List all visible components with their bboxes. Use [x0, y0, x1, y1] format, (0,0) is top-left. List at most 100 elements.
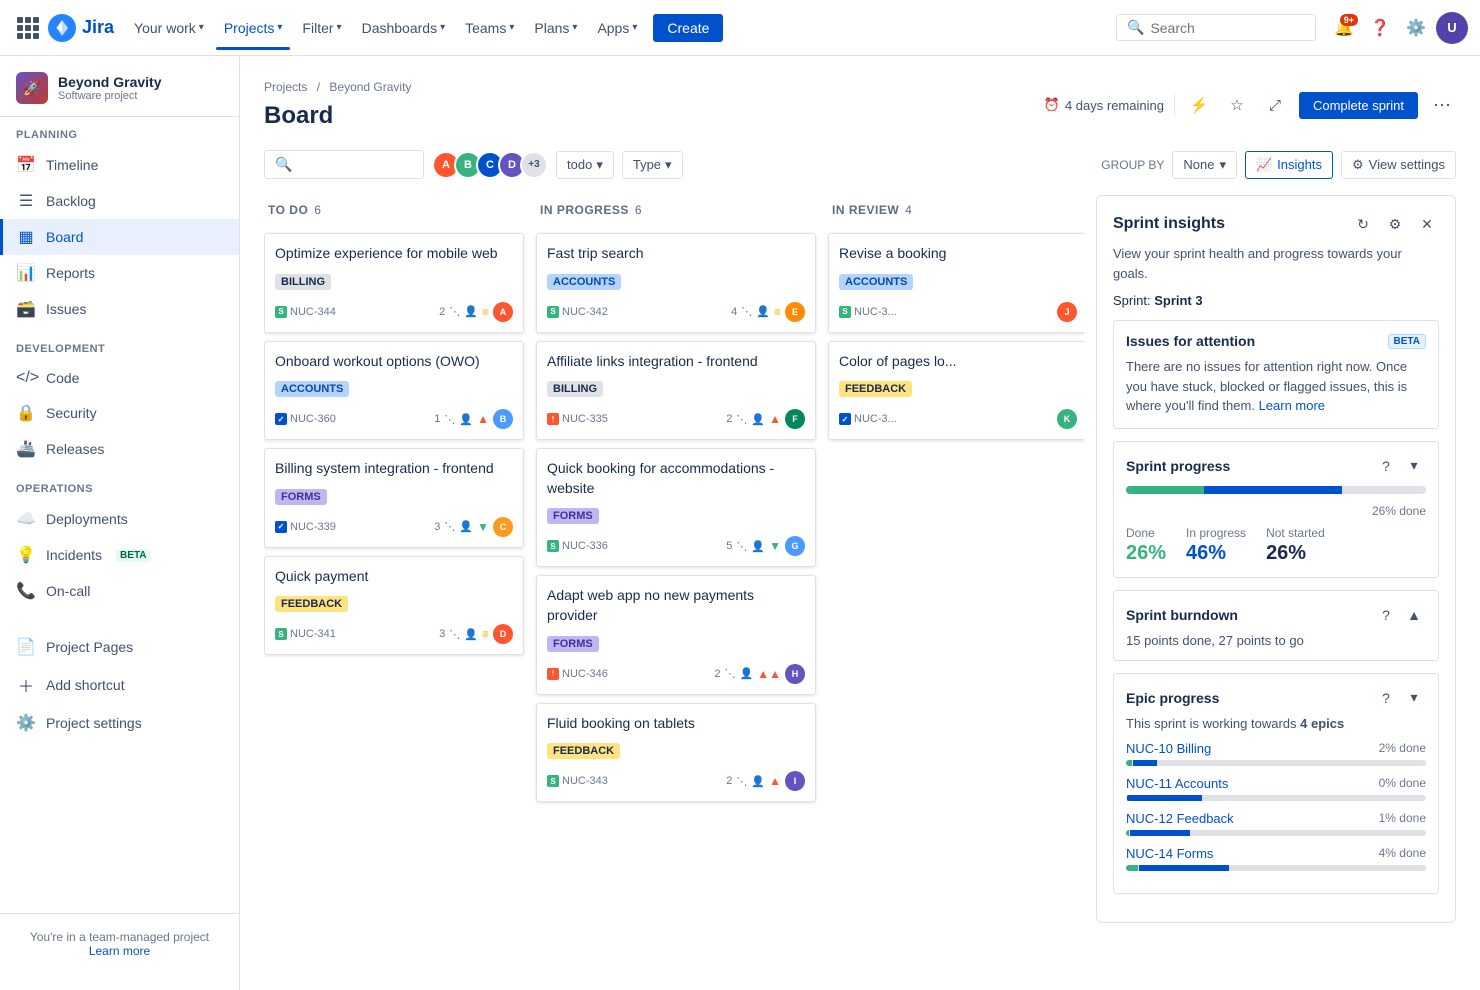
create-button[interactable]: Create [653, 14, 723, 42]
insights-chart-icon: 📈 [1256, 157, 1272, 173]
card-nuc-336[interactable]: Quick booking for accommodations - websi… [536, 448, 816, 567]
tag-billing: BILLING [275, 274, 331, 290]
sidebar-item-reports[interactable]: 📊 Reports [0, 255, 239, 291]
card-nuc-335[interactable]: Affiliate links integration - frontend B… [536, 341, 816, 441]
epic-progress-bar-accounts [1126, 795, 1426, 801]
card-nuc-360[interactable]: Onboard workout options (OWO) ACCOUNTS ✓… [264, 341, 524, 441]
person-icon: 👤 [740, 667, 754, 680]
epic-filter[interactable]: todo ▾ [556, 151, 614, 179]
chevron-down-icon[interactable]: ▾ [1402, 686, 1426, 710]
operations-section: OPERATIONS ☁️ Deployments 💡 Incidents BE… [0, 471, 239, 613]
complete-sprint-button[interactable]: Complete sprint [1299, 92, 1418, 119]
insights-button[interactable]: 📈 Insights [1245, 151, 1333, 179]
learn-more-link[interactable]: Learn more [1259, 398, 1325, 413]
reports-icon: 📊 [16, 263, 36, 283]
gear-icon[interactable]: ⚙ [1383, 212, 1407, 236]
search-input[interactable] [1150, 20, 1280, 36]
sidebar-item-on-call[interactable]: 📞 On-call [0, 573, 239, 609]
card-nuc-346[interactable]: Adapt web app no new payments provider F… [536, 575, 816, 694]
security-icon: 🔒 [16, 403, 36, 423]
chevron-down-icon[interactable]: ▾ [1402, 454, 1426, 478]
apps-grid-button[interactable] [12, 12, 44, 44]
board-search[interactable]: 🔍 [264, 150, 424, 179]
sidebar-item-board[interactable]: ▦ Board [0, 219, 239, 255]
nav-teams[interactable]: Teams ▾ [457, 16, 522, 40]
project-settings-icon: ⚙️ [16, 713, 36, 733]
sidebar: 🚀 Beyond Gravity Software project PLANNI… [0, 56, 240, 990]
assignee-avatar: B [493, 409, 513, 429]
sidebar-item-backlog[interactable]: ☰ Backlog [0, 183, 239, 219]
type-filter[interactable]: Type ▾ [622, 151, 683, 179]
sidebar-item-releases[interactable]: 🚢 Releases [0, 431, 239, 467]
subtasks-icon: ⋱ [444, 520, 455, 533]
progress-inprogress-segment [1204, 486, 1342, 494]
nav-dashboards[interactable]: Dashboards ▾ [354, 16, 454, 40]
notifications-button[interactable]: 🔔 9+ [1328, 12, 1360, 44]
view-settings-button[interactable]: ⚙ View settings [1341, 151, 1456, 179]
assignee-avatar: J [1057, 302, 1077, 322]
subtasks-icon: ⋱ [741, 305, 752, 318]
sidebar-item-project-settings[interactable]: ⚙️ Project settings [0, 705, 239, 741]
refresh-icon[interactable]: ↻ [1351, 212, 1375, 236]
column-inprogress: IN PROGRESS 6 Fast trip search ACCOUNTS … [536, 195, 816, 923]
group-by-none[interactable]: None ▾ [1172, 151, 1237, 179]
sidebar-item-timeline[interactable]: 📅 Timeline [0, 147, 239, 183]
nav-projects[interactable]: Projects ▾ [216, 16, 291, 40]
card-nuc-342[interactable]: Fast trip search ACCOUNTS S NUC-342 4 ⋱ … [536, 233, 816, 333]
chevron-up-icon[interactable]: ▲ [1402, 603, 1426, 627]
breadcrumb-projects[interactable]: Projects [264, 80, 307, 94]
sidebar-item-incidents[interactable]: 💡 Incidents BETA [0, 537, 239, 573]
nav-plans[interactable]: Plans ▾ [526, 16, 585, 40]
help-icon[interactable]: ? [1374, 603, 1398, 627]
epic-link-forms[interactable]: NUC-14 Forms [1126, 846, 1213, 861]
epic-link-billing[interactable]: NUC-10 Billing [1126, 741, 1211, 756]
beta-badge: BETA [116, 549, 150, 562]
card-nuc-343[interactable]: Fluid booking on tablets FEEDBACK S NUC-… [536, 703, 816, 803]
epic-link-accounts[interactable]: NUC-11 Accounts [1126, 776, 1228, 791]
help-icon[interactable]: ? [1374, 454, 1398, 478]
sidebar-item-project-pages[interactable]: 📄 Project Pages [0, 629, 239, 665]
incidents-icon: 💡 [16, 545, 36, 565]
card-footer: ✓ NUC-360 1 ⋱ 👤 ▲ B [275, 409, 513, 429]
card-nuc-341[interactable]: Quick payment FEEDBACK S NUC-341 3 ⋱ 👤 ≡ [264, 556, 524, 656]
jira-logo[interactable]: Jira [48, 14, 114, 42]
card-nuc-revise[interactable]: Revise a booking ACCOUNTS S NUC-3... J [828, 233, 1084, 333]
sidebar-item-issues[interactable]: 🗃️ Issues [0, 291, 239, 327]
story-icon: S [547, 540, 559, 552]
nav-apps[interactable]: Apps ▾ [589, 16, 645, 40]
chevron-down-icon: ▾ [1219, 157, 1226, 173]
card-nuc-339[interactable]: Billing system integration - frontend FO… [264, 448, 524, 548]
sidebar-item-security[interactable]: 🔒 Security [0, 395, 239, 431]
sprint-progress-bar [1126, 486, 1426, 494]
breadcrumb-project[interactable]: Beyond Gravity [329, 80, 411, 94]
page-title: Board [264, 102, 411, 130]
nav-your-work[interactable]: Your work ▾ [126, 16, 212, 40]
avatar-filter-more[interactable]: +3 [520, 151, 548, 179]
sidebar-item-deployments[interactable]: ☁️ Deployments [0, 501, 239, 537]
sidebar-item-add-shortcut[interactable]: ＋ Add shortcut [0, 665, 239, 705]
search-box[interactable]: 🔍 [1116, 14, 1316, 41]
sidebar-item-code[interactable]: </> Code [0, 361, 239, 395]
user-avatar[interactable]: U [1436, 12, 1468, 44]
bug-icon: ! [547, 668, 559, 680]
lightning-button[interactable]: ⚡ [1185, 91, 1213, 119]
star-button[interactable]: ☆ [1223, 91, 1251, 119]
settings-button[interactable]: ⚙️ [1400, 12, 1432, 44]
chevron-down-icon: ▾ [199, 22, 204, 33]
help-icon[interactable]: ? [1374, 686, 1398, 710]
epic-link-feedback[interactable]: NUC-12 Feedback [1126, 811, 1234, 826]
card-nuc-344[interactable]: Optimize experience for mobile web BILLI… [264, 233, 524, 333]
board-search-input[interactable] [298, 157, 408, 172]
card-nuc-color[interactable]: Color of pages lo... FEEDBACK ✓ NUC-3...… [828, 341, 1084, 441]
subtasks-icon: ⋱ [736, 775, 747, 788]
fullscreen-button[interactable]: ⤢ [1261, 91, 1289, 119]
epic-item-accounts: NUC-11 Accounts 0% done [1126, 776, 1426, 801]
epic-bar-done [1126, 865, 1138, 871]
nav-filter[interactable]: Filter ▾ [294, 16, 349, 40]
close-icon[interactable]: ✕ [1415, 212, 1439, 236]
tag-accounts: ACCOUNTS [547, 274, 621, 290]
help-button[interactable]: ❓ [1364, 12, 1396, 44]
learn-more-link[interactable]: Learn more [89, 944, 150, 958]
priority-low-icon: ▼ [769, 539, 781, 553]
more-options-button[interactable]: ⋯ [1428, 91, 1456, 119]
